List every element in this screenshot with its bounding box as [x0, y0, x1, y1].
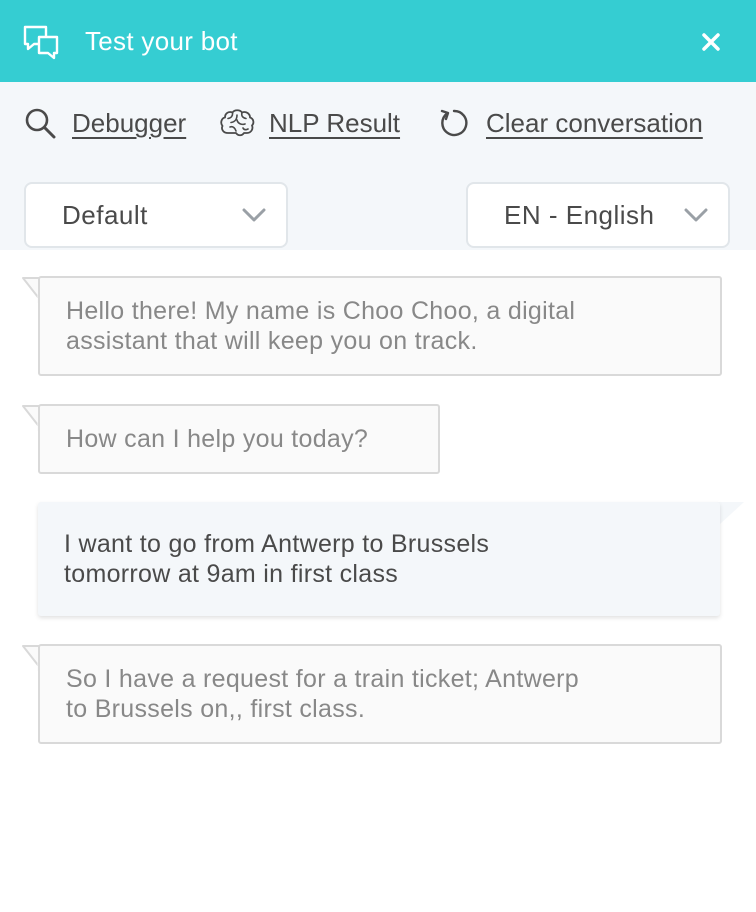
debugger-button[interactable]: Debugger: [24, 106, 186, 140]
chevron-down-icon: [684, 208, 708, 222]
chat-header: Test your bot: [0, 0, 756, 82]
story-select[interactable]: Default: [24, 182, 288, 248]
bot-message: So I have a request for a train ticket; …: [38, 644, 722, 744]
clear-conversation-button[interactable]: Clear conversation: [438, 106, 703, 140]
toolbar: Debugger NLP Result Clear conversation D…: [0, 82, 756, 250]
chevron-down-icon: [242, 208, 266, 222]
language-select[interactable]: EN - English: [466, 182, 730, 248]
nlp-result-button[interactable]: NLP Result: [220, 106, 400, 140]
brain-icon: [220, 109, 255, 137]
search-icon: [25, 108, 56, 139]
language-select-value: EN - English: [504, 200, 655, 230]
chat-bubbles-icon: [23, 25, 59, 60]
close-icon[interactable]: [700, 31, 722, 53]
story-select-value: Default: [62, 200, 148, 230]
bubble-tail: [716, 502, 744, 524]
user-message: I want to go from Antwerp to Brussels to…: [38, 502, 720, 616]
bot-message: Hello there! My name is Choo Choo, a dig…: [38, 276, 722, 376]
refresh-icon: [440, 109, 468, 137]
clear-conversation-label[interactable]: Clear conversation: [486, 108, 703, 139]
nlp-result-label[interactable]: NLP Result: [269, 108, 400, 139]
debugger-label[interactable]: Debugger: [72, 108, 186, 139]
bot-message: How can I help you today?: [38, 404, 440, 474]
header-title: Test your bot: [85, 26, 238, 56]
